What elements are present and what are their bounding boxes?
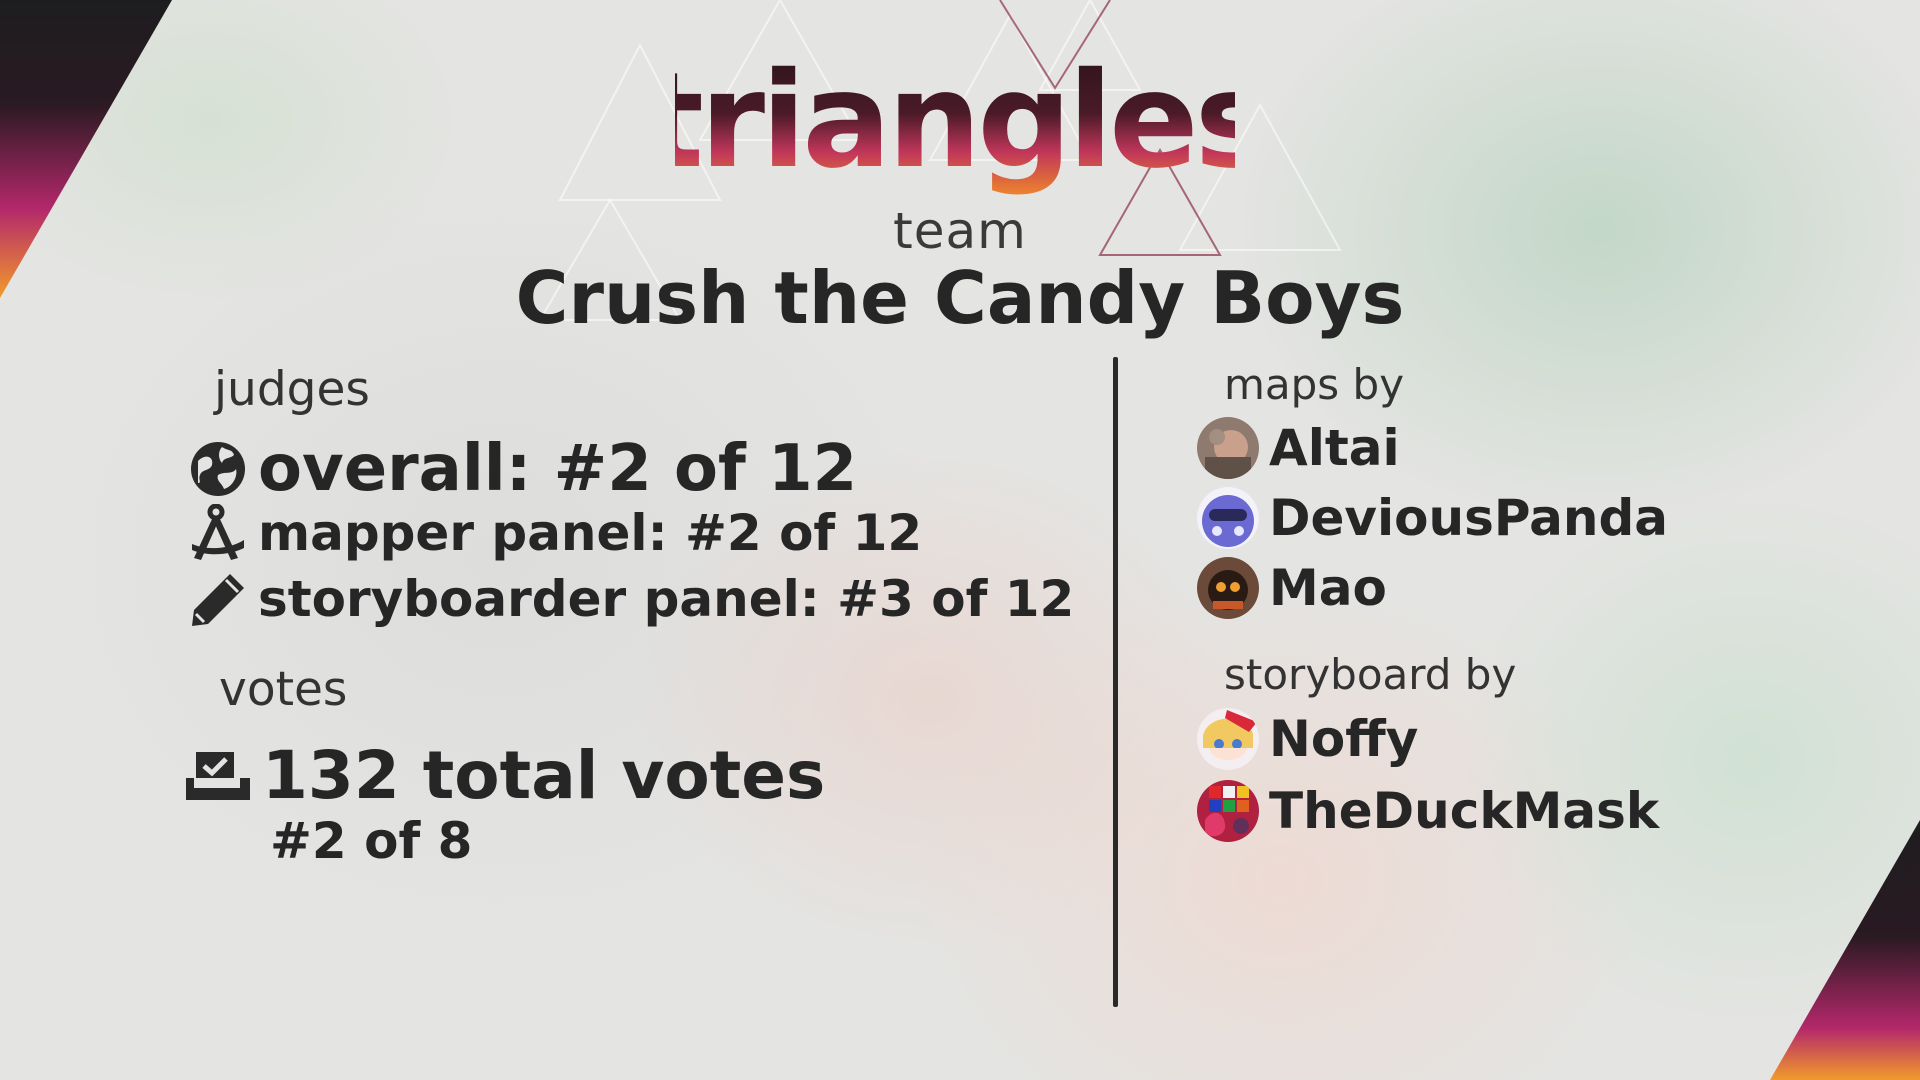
storyboard-by-heading: storyboard by	[1224, 650, 1517, 699]
svg-text:triangles: triangles	[675, 48, 1235, 198]
avatar-mao	[1197, 557, 1259, 619]
avatar-theduckmask	[1197, 780, 1259, 842]
votes-heading: votes	[219, 662, 348, 717]
judges-heading: judges	[214, 362, 370, 417]
storyboarder-noffy: Noffy	[1197, 708, 1418, 770]
total-votes: 132 total votes	[184, 737, 825, 814]
mapper-deviouspanda: DeviousPanda	[1197, 487, 1668, 549]
mapper-panel-rank: mapper panel: #2 of 12	[188, 504, 922, 562]
total-votes-text: 132 total votes	[262, 737, 826, 814]
overall-rank-text: overall: #2 of 12	[258, 432, 858, 506]
mapper-name: DeviousPanda	[1269, 489, 1669, 547]
storyboarder-name: Noffy	[1269, 710, 1419, 768]
compass-icon	[192, 504, 244, 560]
pencil-icon	[192, 574, 244, 626]
storyboarder-panel-rank: storyboarder panel: #3 of 12	[188, 570, 1074, 628]
storyboarder-theduckmask: TheDuckMask	[1197, 780, 1659, 842]
storyboarder-panel-rank-text: storyboarder panel: #3 of 12	[258, 570, 1075, 628]
triangles-logo: triangles	[675, 48, 1235, 198]
avatar-noffy	[1197, 708, 1259, 770]
mapper-name: Mao	[1269, 559, 1387, 617]
mapper-altai: Altai	[1197, 417, 1400, 479]
ballot-check-icon	[186, 751, 250, 800]
overall-rank: overall: #2 of 12	[188, 432, 857, 506]
votes-rank: #2 of 8	[270, 812, 473, 870]
storyboarder-name: TheDuckMask	[1269, 782, 1660, 840]
mapper-panel-rank-text: mapper panel: #2 of 12	[258, 504, 923, 562]
maps-by-heading: maps by	[1224, 360, 1405, 409]
vertical-divider	[1113, 357, 1118, 1007]
mapper-name: Altai	[1269, 419, 1400, 477]
avatar-altai	[1197, 417, 1259, 479]
team-label: team	[893, 202, 1027, 260]
avatar-deviouspanda	[1197, 487, 1259, 549]
team-name: Crush the Candy Boys	[515, 256, 1405, 340]
globe-icon	[191, 442, 245, 496]
mapper-mao: Mao	[1197, 557, 1387, 619]
